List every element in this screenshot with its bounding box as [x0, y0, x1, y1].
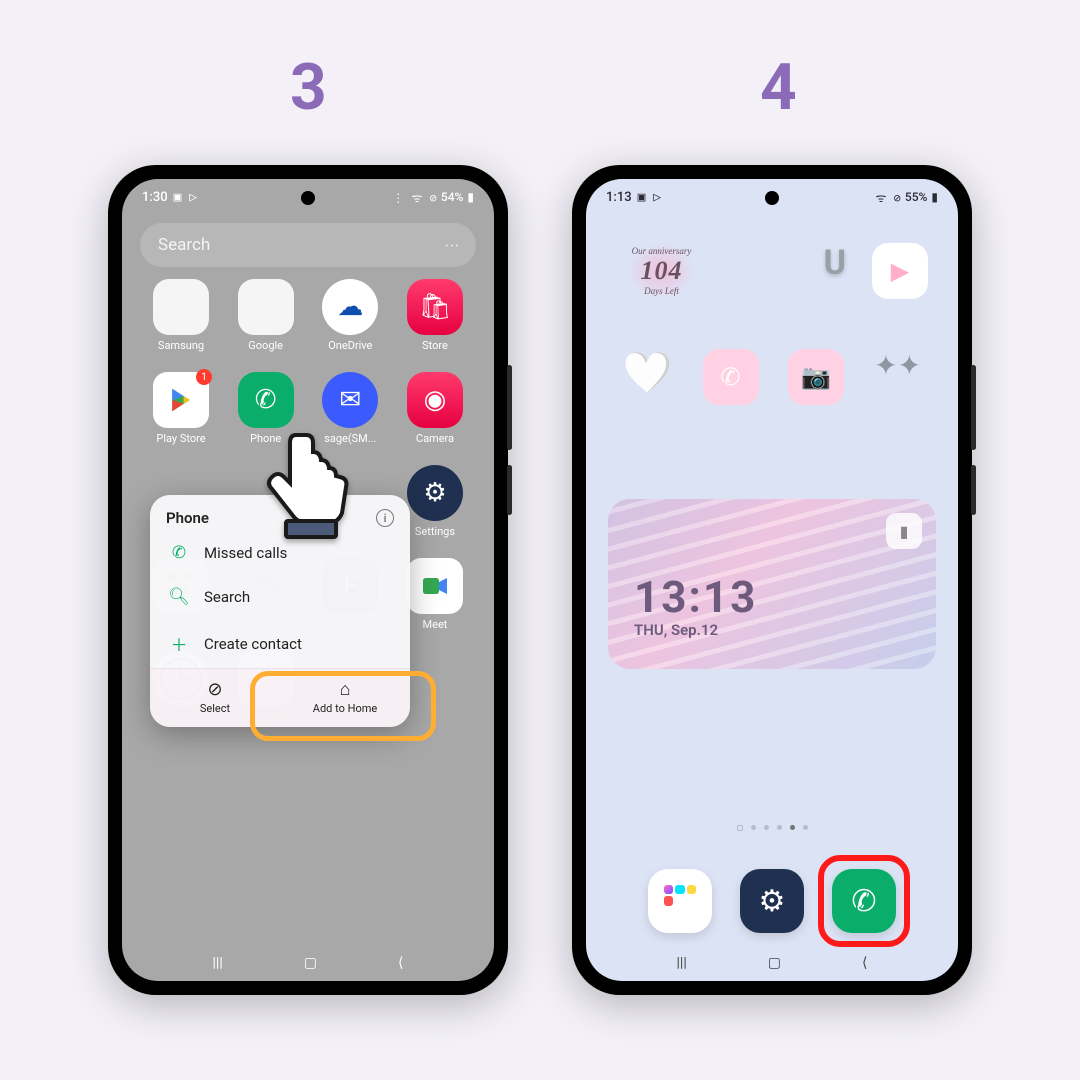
- nav-recent[interactable]: |||: [213, 955, 223, 971]
- app-label: sage(SM...: [324, 432, 376, 445]
- battery-icon: ▮: [931, 190, 938, 204]
- status-bar: 1:30 ▣ ▷ ⋮ ᯤ ⊘ 54% ▮: [122, 179, 494, 215]
- app-label: Camera: [416, 432, 454, 445]
- popup-item-label: Search: [204, 588, 250, 606]
- phone-shortcut[interactable]: ✆: [703, 349, 759, 405]
- popup-item-search[interactable]: 🔍︎ Search: [150, 575, 410, 619]
- status-bar: 1:13 ▣ ▷ ᯤ ⊘ 55% ▮: [586, 179, 958, 215]
- popup-select-button[interactable]: ⊘ Select: [150, 669, 280, 727]
- popup-btn-label: Select: [200, 702, 230, 715]
- dock-widgetclub[interactable]: [648, 869, 712, 933]
- app-phone[interactable]: ✆ Phone: [227, 372, 305, 445]
- check-circle-icon: ⊘: [207, 679, 222, 700]
- nav-bar: ||| ▢ ⟨: [122, 955, 494, 971]
- status-right-icons: ᯤ ⊘: [876, 189, 901, 206]
- step-label-4: 4: [760, 50, 797, 125]
- app-label: Phone: [250, 432, 281, 445]
- popup-item-label: Missed calls: [204, 544, 287, 562]
- popup-item-create-contact[interactable]: ＋ Create contact: [150, 619, 410, 668]
- heart-icon[interactable]: 🤍: [623, 349, 673, 405]
- popup-add-to-home-button[interactable]: ⌂ Add to Home: [280, 669, 410, 727]
- screen-app-drawer: 1:30 ▣ ▷ ⋮ ᯤ ⊘ 54% ▮ Search ⋮ Samsung: [122, 179, 494, 981]
- home-plus-icon: ⌂: [340, 679, 351, 700]
- nav-back[interactable]: ⟨: [862, 955, 867, 971]
- volume-button: [507, 365, 512, 450]
- clock-date: THU, Sep.12: [634, 621, 757, 639]
- nav-home[interactable]: ▢: [768, 955, 781, 971]
- battery-icon: ▮: [467, 190, 474, 204]
- dock: ⚙ ✆: [586, 869, 958, 933]
- status-time: 1:13: [606, 190, 632, 205]
- step-label-3: 3: [290, 50, 327, 125]
- power-button: [971, 465, 976, 515]
- battery-percent: 54%: [441, 190, 463, 204]
- app-label: Samsung: [158, 339, 204, 352]
- popup-btn-label: Add to Home: [313, 702, 377, 715]
- status-left-icons: ▣ ▷: [638, 190, 661, 205]
- search-placeholder: Search: [158, 235, 210, 255]
- nav-back[interactable]: ⟨: [398, 955, 403, 971]
- app-label: Settings: [415, 525, 455, 538]
- nav-home[interactable]: ▢: [304, 955, 317, 971]
- search-icon: 🔍︎: [168, 587, 190, 607]
- search-bar[interactable]: Search ⋮: [140, 223, 476, 267]
- nav-bar: ||| ▢ ⟨: [586, 955, 958, 971]
- search-more-icon[interactable]: ⋮: [444, 239, 460, 252]
- status-left-icons: ▣ ▷: [174, 190, 197, 205]
- app-play-store[interactable]: 1 Play Store: [142, 372, 220, 445]
- power-button: [507, 465, 512, 515]
- dock-settings[interactable]: ⚙: [740, 869, 804, 933]
- clock-widget[interactable]: ▮ 13:13 THU, Sep.12: [608, 499, 936, 669]
- screen-home: 1:13 ▣ ▷ ᯤ ⊘ 55% ▮ Our anniversary 104 D…: [586, 179, 958, 981]
- app-messages[interactable]: ✉ sage(SM...: [311, 372, 389, 445]
- app-samsung-folder[interactable]: Samsung: [142, 279, 220, 352]
- popup-item-label: Create contact: [204, 635, 302, 653]
- phone-step3: 1:30 ▣ ▷ ⋮ ᯤ ⊘ 54% ▮ Search ⋮ Samsung: [108, 165, 508, 995]
- app-label: Google: [248, 339, 283, 352]
- nav-recent[interactable]: |||: [677, 955, 687, 971]
- battery-widget-icon: ▮: [886, 513, 922, 549]
- app-label: OneDrive: [328, 339, 372, 352]
- app-camera[interactable]: ◉ Camera: [396, 372, 474, 445]
- app-store[interactable]: 🛍 Store: [396, 279, 474, 352]
- app-label: Play Store: [156, 432, 205, 445]
- camera-shortcut[interactable]: 📷: [788, 349, 844, 405]
- play-store-badge: 1: [196, 369, 212, 385]
- youtube-icon[interactable]: ▶: [872, 243, 928, 299]
- volume-button: [971, 365, 976, 450]
- status-time: 1:30: [142, 190, 168, 205]
- phone-step4: 1:13 ▣ ▷ ᯤ ⊘ 55% ▮ Our anniversary 104 D…: [572, 165, 972, 995]
- clock-time: 13:13: [634, 571, 757, 623]
- app-label: Store: [422, 339, 448, 352]
- app-label: Meet: [423, 618, 448, 631]
- plus-icon: ＋: [168, 631, 190, 656]
- battery-percent: 55%: [905, 190, 927, 204]
- app-google-folder[interactable]: Google: [227, 279, 305, 352]
- app-onedrive[interactable]: ☁ OneDrive: [311, 279, 389, 352]
- stars-icon[interactable]: ✦✦: [874, 349, 921, 405]
- phone-missed-icon: ✆: [168, 543, 190, 563]
- app-context-popup: Phone i ✆ Missed calls 🔍︎ Search ＋ Creat…: [150, 495, 410, 727]
- popup-title: Phone: [166, 509, 209, 527]
- dock-phone[interactable]: ✆: [832, 869, 896, 933]
- popup-item-missed-calls[interactable]: ✆ Missed calls: [150, 531, 410, 575]
- status-right-icons: ⋮ ᯤ ⊘: [392, 189, 437, 206]
- info-icon[interactable]: i: [376, 509, 394, 527]
- page-indicator[interactable]: [586, 825, 958, 831]
- u-icon[interactable]: U: [824, 243, 846, 299]
